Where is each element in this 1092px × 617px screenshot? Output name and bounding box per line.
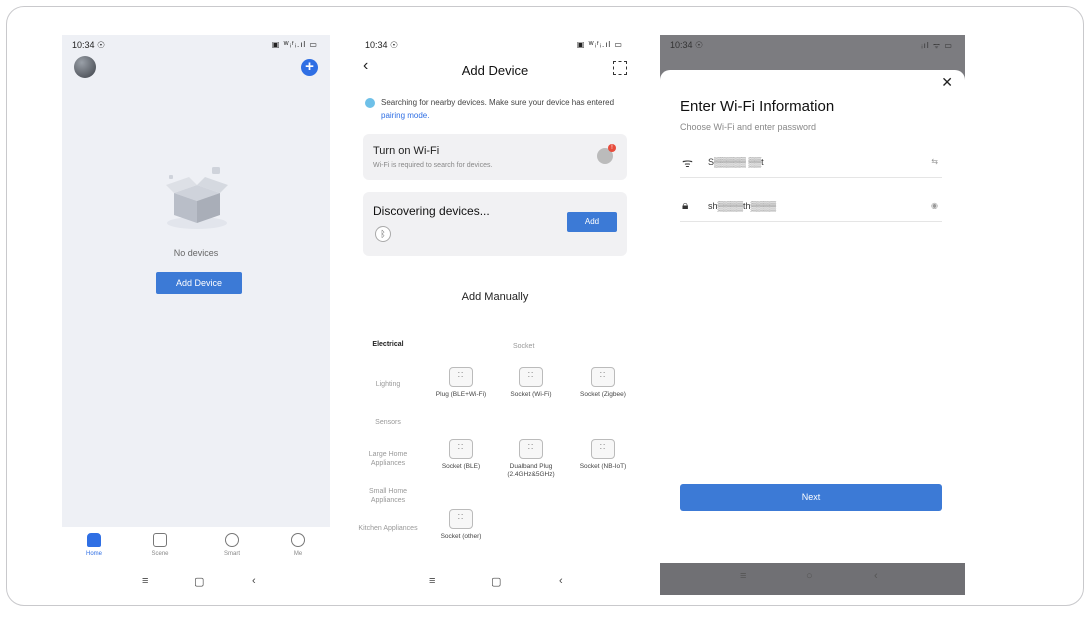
system-nav-bar: ≡ ▢ ‹: [355, 575, 635, 591]
tab-home[interactable]: Home: [64, 533, 124, 557]
checkbox-icon: [153, 533, 167, 547]
add-device-button[interactable]: Add Device: [156, 272, 242, 294]
wifi-ssid-field[interactable]: ᯤ S▒▒▒▒▒ ▒▒t ⇆: [680, 146, 942, 178]
status-time: 10:34 ☉: [365, 40, 399, 50]
status-icons: ▣ ᵂᵢᶠᵢ.ıl ▭: [576, 40, 623, 49]
smart-icon: [225, 533, 239, 547]
category-large-home-appliances[interactable]: Large Home Appliances: [357, 450, 419, 468]
tab-label: Smart: [223, 551, 240, 557]
wifi-password-field[interactable]: 🔒︎ sh▒▒▒▒th▒▒▒▒ ◉: [680, 190, 942, 222]
search-hint-text: Searching for nearby devices. Make sure …: [381, 98, 615, 107]
nav-bar-background: ≡ ○ ‹: [660, 563, 965, 595]
device-label: Socket (Wi-Fi): [510, 391, 552, 398]
tab-me[interactable]: Me: [268, 533, 328, 557]
socket-icon: ⁚⁚: [449, 439, 473, 459]
add-icon[interactable]: +: [301, 59, 318, 76]
next-button[interactable]: Next: [680, 484, 942, 511]
status-bar: 10:34 ☉ ▣ ᵂᵢᶠᵢ.ıl ▭: [62, 40, 330, 54]
wifi-password-value: sh▒▒▒▒th▒▒▒▒: [708, 201, 777, 211]
device-socket-wifi[interactable]: ⁚⁚ Socket (Wi-Fi): [501, 367, 561, 399]
wifi-card-title: Turn on Wi-Fi: [373, 145, 440, 157]
wifi-icon: ᯤ: [682, 156, 693, 170]
device-label: Plug (BLE+Wi-Fi): [435, 391, 487, 398]
swap-icon[interactable]: ⇆: [931, 157, 938, 166]
device-label: Socket (NB-IoT): [579, 463, 627, 470]
tab-label: Me: [293, 551, 303, 557]
socket-section-header: Socket: [513, 343, 535, 350]
category-sensors[interactable]: Sensors: [357, 418, 419, 427]
device-label: Socket (BLE): [441, 463, 481, 470]
status-bar: 10:34 ☉ ▣ ᵂᵢᶠᵢ.ıl ▭: [355, 40, 635, 54]
empty-state-text: No devices: [173, 248, 219, 258]
searching-icon: [365, 98, 375, 108]
menu-nav-button[interactable]: ≡: [740, 570, 746, 582]
close-icon[interactable]: ✕: [941, 74, 953, 91]
socket-icon: ⁚⁚: [449, 367, 473, 387]
phone-wifi-info-screen: 10:34 ☉ ᵢıl ᯤ ▭ ✕ Enter Wi-Fi Informatio…: [660, 35, 965, 595]
socket-icon: ⁚⁚: [519, 439, 543, 459]
wifi-card-subtitle: Wi-Fi is required to search for devices.: [373, 162, 493, 169]
device-plug-ble-wifi[interactable]: ⁚⁚ Plug (BLE+Wi-Fi): [431, 367, 491, 399]
socket-icon: ⁚⁚: [591, 367, 615, 387]
system-nav-bar: ≡ ▢ ‹: [62, 575, 330, 591]
tab-scene[interactable]: Scene: [130, 533, 190, 557]
category-small-home-appliances[interactable]: Small Home Appliances: [357, 487, 419, 505]
discovering-card: Discovering devices... ᛒ Add: [363, 192, 627, 256]
scan-icon[interactable]: [613, 61, 627, 75]
status-icons: ▣ ᵂᵢᶠᵢ.ıl ▭: [271, 40, 318, 49]
device-label: Dualband Plug (2.4GHz&5GHz): [507, 463, 555, 478]
pairing-mode-link[interactable]: pairing mode.: [381, 111, 429, 120]
bottom-tab-bar: Home Scene Smart Me ≡ ▢ ‹: [62, 527, 330, 595]
tab-smart[interactable]: Smart: [202, 533, 262, 557]
device-socket-other[interactable]: ⁚⁚ Socket (other): [431, 509, 491, 541]
socket-icon: ⁚⁚: [519, 367, 543, 387]
sheet-title: Enter Wi-Fi Information: [680, 98, 835, 115]
back-nav-button[interactable]: ‹: [252, 575, 256, 587]
home-icon: [87, 533, 101, 547]
device-label: Socket (other): [440, 533, 482, 540]
avatar[interactable]: [74, 56, 96, 78]
status-time: 10:34 ☉: [670, 40, 704, 50]
menu-nav-button[interactable]: ≡: [142, 575, 148, 587]
menu-nav-button[interactable]: ≡: [429, 575, 435, 587]
wifi-sheet: ✕ Enter Wi-Fi Information Choose Wi-Fi a…: [660, 70, 965, 563]
phone-add-device-screen: 10:34 ☉ ▣ ᵂᵢᶠᵢ.ıl ▭ ‹ Add Device Searchi…: [355, 35, 635, 595]
alert-badge: !: [608, 144, 616, 152]
wifi-ssid-value: S▒▒▒▒▒ ▒▒t: [708, 157, 764, 167]
back-nav-button[interactable]: ‹: [559, 575, 563, 587]
status-icons: ᵢıl ᯤ ▭: [921, 41, 953, 50]
add-manually-heading: Add Manually: [461, 291, 529, 303]
tab-label: Home: [85, 551, 102, 557]
turn-on-wifi-card[interactable]: Turn on Wi-Fi Wi-Fi is required to searc…: [363, 134, 627, 180]
add-button[interactable]: Add: [567, 212, 617, 232]
home-nav-button[interactable]: ▢: [194, 575, 204, 588]
page-title: Add Device: [461, 63, 529, 78]
category-lighting[interactable]: Lighting: [357, 380, 419, 389]
system-nav-bar: ≡ ○ ‹: [660, 570, 965, 586]
category-electrical[interactable]: Electrical: [357, 340, 419, 349]
device-label: Socket (Zigbee): [580, 391, 626, 398]
search-hint: Searching for nearby devices. Make sure …: [365, 96, 627, 122]
device-dualband-plug[interactable]: ⁚⁚ Dualband Plug (2.4GHz&5GHz): [501, 439, 561, 479]
device-socket-nb-iot[interactable]: ⁚⁚ Socket (NB-IoT): [573, 439, 633, 471]
home-nav-button[interactable]: ▢: [491, 575, 501, 588]
empty-box-illustration: [166, 167, 228, 229]
socket-icon: ⁚⁚: [449, 509, 473, 529]
lock-icon: 🔒︎: [682, 198, 689, 212]
eye-icon[interactable]: ◉: [931, 201, 938, 210]
bluetooth-icon: ᛒ: [375, 226, 391, 242]
device-socket-zigbee[interactable]: ⁚⁚ Socket (Zigbee): [573, 367, 633, 399]
sheet-subtitle: Choose Wi-Fi and enter password: [680, 122, 817, 132]
profile-icon: [291, 533, 305, 547]
phone-home-screen: 10:34 ☉ ▣ ᵂᵢᶠᵢ.ıl ▭ + No devices Add Dev…: [62, 35, 330, 595]
home-nav-button[interactable]: ○: [806, 570, 813, 582]
discovering-title: Discovering devices...: [373, 204, 490, 218]
category-kitchen-appliances[interactable]: Kitchen Appliances: [357, 524, 419, 533]
back-nav-button[interactable]: ‹: [874, 570, 878, 582]
status-time: 10:34 ☉: [72, 40, 106, 50]
tab-label: Scene: [151, 551, 169, 557]
status-bar: 10:34 ☉ ᵢıl ᯤ ▭: [660, 40, 965, 54]
socket-icon: ⁚⁚: [591, 439, 615, 459]
device-socket-ble[interactable]: ⁚⁚ Socket (BLE): [431, 439, 491, 471]
